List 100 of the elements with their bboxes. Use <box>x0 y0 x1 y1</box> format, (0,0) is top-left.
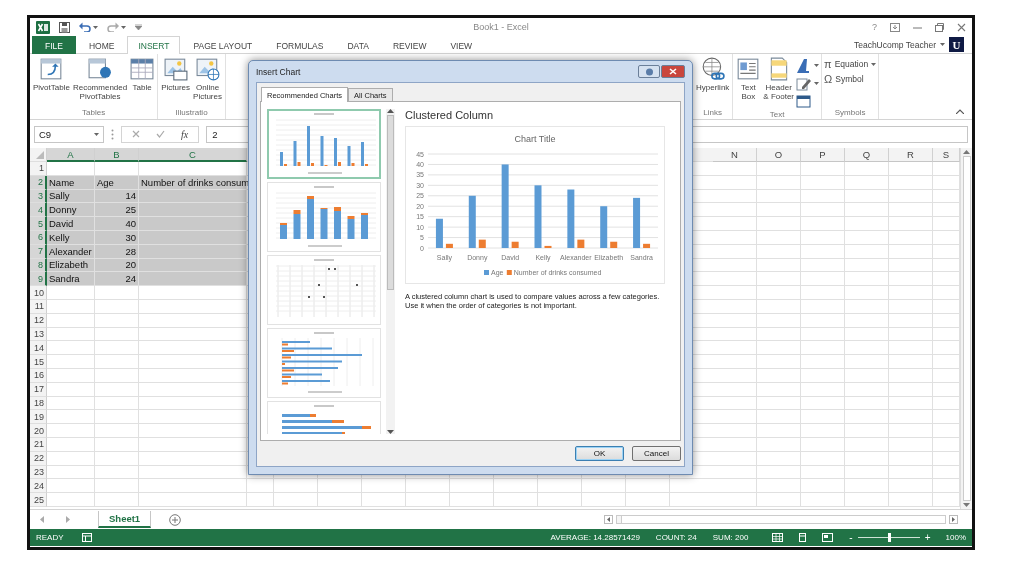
caret-icon[interactable] <box>121 25 126 29</box>
row-header[interactable]: 20 <box>30 424 47 438</box>
column-header[interactable]: Q <box>845 148 889 162</box>
page-break-icon[interactable] <box>822 533 834 542</box>
column-header[interactable]: B <box>95 148 139 162</box>
normal-view-icon[interactable] <box>772 533 784 542</box>
column-header[interactable]: N <box>713 148 757 162</box>
caret-icon[interactable] <box>871 62 877 66</box>
scroll-down-icon[interactable] <box>963 503 970 507</box>
ribbon-tab[interactable]: PAGE LAYOUT <box>182 36 264 54</box>
check-icon[interactable] <box>156 130 165 138</box>
save-icon[interactable] <box>59 21 70 33</box>
row-header[interactable]: 25 <box>30 493 47 507</box>
caret-icon[interactable] <box>940 43 945 46</box>
zoom-out-button[interactable]: - <box>849 532 853 543</box>
table-cell <box>95 437 139 452</box>
table-cell <box>713 424 757 438</box>
column-header[interactable]: S <box>933 148 960 162</box>
close-icon[interactable] <box>957 22 966 32</box>
macro-icon[interactable] <box>81 533 92 542</box>
dialog-button[interactable]: OK <box>575 446 624 461</box>
scroll-left-icon[interactable] <box>604 515 613 524</box>
table-cell <box>757 162 801 176</box>
ribbon-command[interactable]: Hyperlink <box>695 57 731 93</box>
row-header[interactable]: 1 <box>30 162 47 176</box>
caret-icon[interactable] <box>814 82 820 85</box>
zoom-in-button[interactable]: + <box>924 532 931 543</box>
chart-thumbnail[interactable] <box>267 109 381 179</box>
caret-icon[interactable] <box>814 64 820 67</box>
caret-icon[interactable] <box>93 25 98 29</box>
ribbon-tab[interactable]: DATA <box>336 36 380 54</box>
ribbon-small-button[interactable] <box>796 58 820 73</box>
previous-sheet-icon[interactable] <box>40 516 44 523</box>
cancel-icon[interactable] <box>132 130 140 138</box>
ribbon-tab[interactable]: FILE <box>32 36 76 54</box>
ribbon-tab[interactable]: REVIEW <box>381 36 438 54</box>
table-cell <box>713 410 757 425</box>
chart-thumbnail[interactable] <box>267 328 381 398</box>
help-button[interactable] <box>638 65 660 78</box>
chart-thumbnail[interactable] <box>267 182 381 252</box>
ribbon-command[interactable]: PivotTable <box>32 57 71 93</box>
row-header[interactable]: 15 <box>30 355 47 369</box>
table-cell <box>47 437 95 452</box>
ribbon-tab[interactable]: INSERT <box>127 36 181 54</box>
sheet-tab[interactable]: Sheet1 <box>98 511 152 528</box>
scrollbar-thumb[interactable] <box>962 156 971 501</box>
collapse-icon[interactable] <box>956 109 964 114</box>
ribbon-command[interactable]: Table <box>129 57 156 93</box>
add-sheet-icon[interactable] <box>169 513 182 526</box>
caret-icon[interactable] <box>94 132 99 136</box>
name-box[interactable]: C9 <box>34 125 104 143</box>
ribbon-command[interactable]: Ω Symbol <box>824 73 877 85</box>
ribbon-command[interactable]: Header & Footer <box>762 57 796 102</box>
dialog-button[interactable]: Cancel <box>632 446 681 461</box>
table-cell <box>713 175 757 190</box>
close-button[interactable] <box>661 65 685 78</box>
insert-function-button[interactable]: fx <box>181 128 189 140</box>
column-header[interactable]: A <box>47 148 95 162</box>
ribbon-command[interactable]: π Equation <box>824 58 877 70</box>
row-header[interactable]: 24 <box>30 479 47 494</box>
page-layout-icon[interactable] <box>797 533 809 542</box>
table-cell <box>889 437 933 452</box>
chart-thumbnail[interactable] <box>267 255 381 325</box>
row-header[interactable]: 19 <box>30 410 47 425</box>
row-header[interactable]: 4 <box>30 203 47 218</box>
ribbon-command[interactable]: Pictures <box>160 57 192 93</box>
ribbon-command[interactable]: Text Box <box>735 57 762 102</box>
restore-icon[interactable] <box>935 22 944 32</box>
column-header[interactable]: C <box>139 148 247 162</box>
row-header[interactable]: 5 <box>30 217 47 231</box>
ribbon-command[interactable]: Online Pictures <box>192 57 223 102</box>
column-header[interactable]: O <box>757 148 801 162</box>
column-header[interactable]: P <box>801 148 845 162</box>
scroll-up-icon[interactable] <box>963 150 970 154</box>
ribbon-tab[interactable]: HOME <box>77 36 126 54</box>
table-cell <box>801 396 845 411</box>
scrollbar-track[interactable] <box>616 515 946 524</box>
ribbon-command[interactable]: Recommended PivotTables <box>71 57 129 102</box>
undo-icon[interactable] <box>79 22 91 32</box>
next-sheet-icon[interactable] <box>66 516 70 523</box>
ribbon-tab[interactable]: VIEW <box>439 36 484 54</box>
table-cell <box>47 465 95 480</box>
scroll-right-icon[interactable] <box>949 515 958 524</box>
account-name[interactable]: TeachUcomp Teacher <box>853 39 936 50</box>
help-icon <box>644 67 654 76</box>
scroll-up-icon[interactable] <box>387 109 394 113</box>
column-header[interactable]: R <box>889 148 933 162</box>
scrollbar-thumb[interactable] <box>387 115 394 290</box>
table-cell <box>47 162 95 176</box>
customize-icon[interactable] <box>135 24 142 30</box>
table-cell <box>801 465 845 480</box>
ribbon-small-button[interactable] <box>796 76 820 91</box>
help-button[interactable]: ? <box>872 22 877 32</box>
zoom-slider-thumb[interactable] <box>887 533 891 542</box>
ribbon-tab[interactable]: FORMULAS <box>265 36 335 54</box>
scroll-down-icon[interactable] <box>387 430 394 434</box>
ribbon-display-icon[interactable] <box>890 22 900 32</box>
row-header[interactable]: 14 <box>30 341 47 356</box>
row-header[interactable]: 9 <box>30 272 47 287</box>
row-header[interactable]: 10 <box>30 286 47 300</box>
